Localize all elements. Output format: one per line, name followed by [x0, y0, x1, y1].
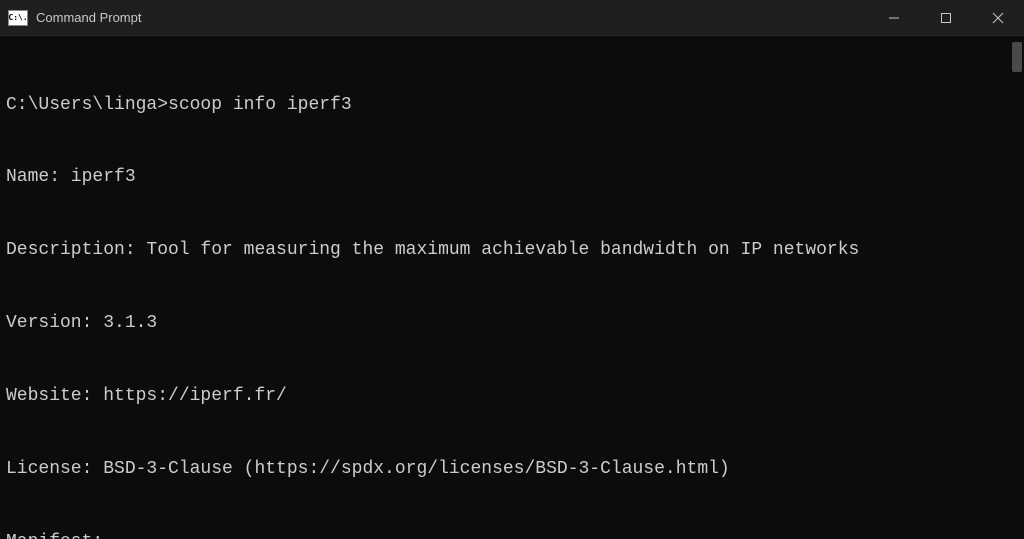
scrollbar[interactable] — [1012, 42, 1022, 72]
terminal-content: C:\Users\linga>scoop info iperf3 Name: i… — [6, 44, 1014, 539]
output-version: Version: 3.1.3 — [6, 311, 1014, 335]
output-description: Description: Tool for measuring the maxi… — [6, 238, 1014, 262]
output-manifest-label: Manifest: — [6, 530, 1014, 539]
close-icon — [992, 12, 1004, 24]
minimize-button[interactable] — [868, 0, 920, 35]
terminal-viewport[interactable]: C:\Users\linga>scoop info iperf3 Name: i… — [0, 36, 1024, 539]
maximize-icon — [940, 12, 952, 24]
prompt-line-1: C:\Users\linga>scoop info iperf3 — [6, 93, 1014, 117]
output-name: Name: iperf3 — [6, 165, 1014, 189]
output-website: Website: https://iperf.fr/ — [6, 384, 1014, 408]
close-button[interactable] — [972, 0, 1024, 35]
output-license: License: BSD-3-Clause (https://spdx.org/… — [6, 457, 1014, 481]
app-icon: C:\. — [8, 10, 28, 26]
scrollbar-thumb[interactable] — [1012, 42, 1022, 72]
window-title: Command Prompt — [36, 10, 141, 25]
prompt-path: C:\Users\linga> — [6, 93, 168, 117]
window-controls — [868, 0, 1024, 35]
minimize-icon — [888, 12, 900, 24]
window-titlebar[interactable]: C:\. Command Prompt — [0, 0, 1024, 36]
maximize-button[interactable] — [920, 0, 972, 35]
command-text: scoop info iperf3 — [168, 93, 352, 117]
